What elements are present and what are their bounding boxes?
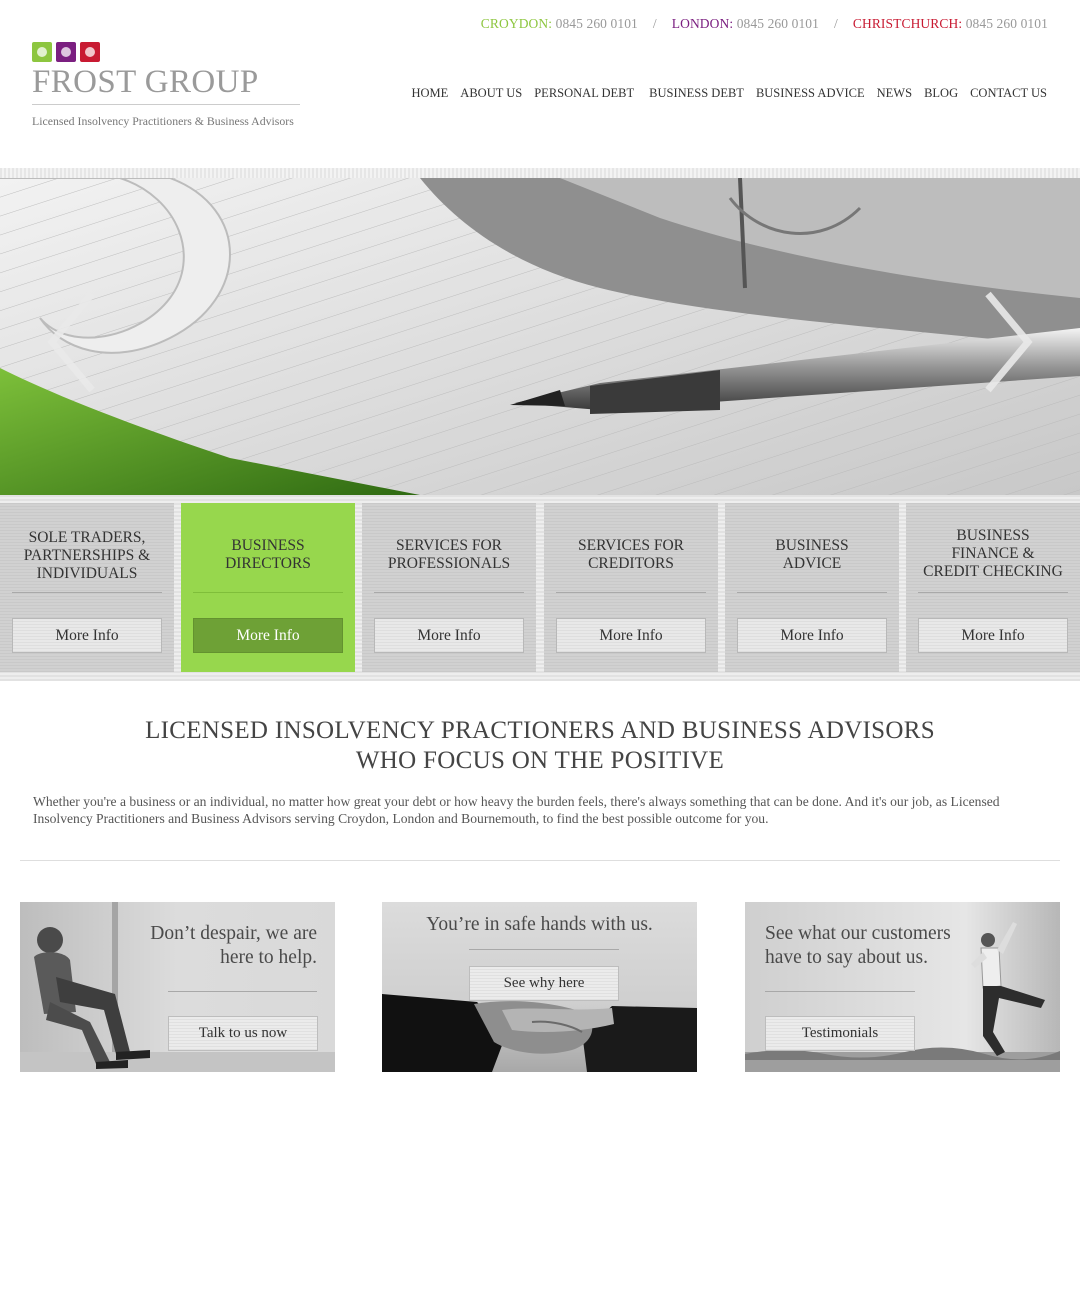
tile-services-professionals[interactable]: SERVICES FOR PROFESSIONALS More Info	[362, 503, 536, 672]
tile-title: SERVICES FOR PROFESSIONALS	[387, 537, 511, 572]
nav-business-advice[interactable]: BUSINESS ADVICE	[756, 86, 865, 101]
more-info-button[interactable]: More Info	[12, 618, 162, 653]
promo-divider	[469, 949, 619, 950]
tile-sole-traders[interactable]: SOLE TRADERS, PARTNERSHIPS & INDIVIDUALS…	[0, 503, 174, 672]
nav-blog[interactable]: BLOG	[924, 86, 958, 101]
promo-testimonials: See what our customers have to say about…	[745, 902, 1060, 1072]
chevron-left-icon[interactable]	[44, 290, 104, 394]
chevron-right-icon[interactable]	[976, 290, 1036, 394]
tile-divider	[12, 592, 162, 593]
tile-title: BUSINESS DIRECTORS	[225, 537, 311, 572]
tile-title: SERVICES FOR CREDITORS	[578, 537, 684, 572]
intro-paragraph: Whether you're a business or an individu…	[33, 794, 1000, 826]
talk-to-us-button[interactable]: Talk to us now	[168, 1016, 318, 1051]
contact-croydon: CROYDON: 0845 260 0101	[481, 16, 638, 32]
see-why-button[interactable]: See why here	[469, 966, 619, 1001]
tile-title: BUSINESS FINANCE & CREDIT CHECKING	[923, 527, 1063, 580]
flower-icon	[32, 42, 52, 62]
tile-business-directors[interactable]: BUSINESS DIRECTORS More Info	[181, 503, 355, 672]
city-label: LONDON:	[671, 16, 734, 31]
separator: /	[834, 16, 838, 31]
testimonials-button[interactable]: Testimonials	[765, 1016, 915, 1051]
nav-home[interactable]: HOME	[411, 86, 448, 101]
logo-icons	[32, 42, 302, 62]
promo-help: Don’t despair, we are here to help. Talk…	[20, 902, 335, 1072]
nav-business-debt[interactable]: BUSINESS DEBT	[649, 86, 744, 101]
tile-divider	[556, 592, 706, 593]
promo-divider	[168, 991, 317, 992]
logo-divider	[32, 104, 300, 105]
nav-about-us[interactable]: ABOUT US	[460, 86, 522, 101]
hero-slider	[0, 178, 1080, 495]
contact-london: LONDON: 0845 260 0101	[672, 16, 819, 32]
tile-divider	[737, 592, 887, 593]
promo-text: Don’t despair, we are here to help.	[150, 923, 317, 968]
more-info-button[interactable]: More Info	[374, 618, 524, 653]
hero-image	[0, 178, 1080, 495]
promo-text: You’re in safe hands with us.	[426, 914, 653, 935]
phone-number[interactable]: 0845 260 0101	[556, 16, 638, 31]
more-info-button[interactable]: More Info	[193, 618, 343, 653]
phone-number[interactable]: 0845 260 0101	[737, 16, 819, 31]
hero-top-border	[0, 168, 1080, 178]
bird-icon	[56, 42, 76, 62]
intro-heading-line-1: LICENSED INSOLVENCY PRACTIONERS AND BUSI…	[145, 717, 935, 744]
city-label: CHRISTCHURCH:	[852, 16, 963, 31]
nav-news[interactable]: NEWS	[877, 86, 912, 101]
site-logo[interactable]: FROST GROUP Licensed Insolvency Practiti…	[32, 42, 302, 129]
tile-title: BUSINESS ADVICE	[775, 537, 849, 572]
city-label: CROYDON:	[480, 16, 553, 31]
more-info-button[interactable]: More Info	[737, 618, 887, 653]
contact-bar: CROYDON: 0845 260 0101 / LONDON: 0845 260 …	[481, 16, 1048, 32]
tile-title: SOLE TRADERS, PARTNERSHIPS & INDIVIDUALS	[23, 529, 151, 582]
more-info-button[interactable]: More Info	[556, 618, 706, 653]
promo-safe-hands: You’re in safe hands with us. See why he…	[382, 902, 697, 1072]
promo-divider	[765, 991, 915, 992]
phone-number[interactable]: 0845 260 0101	[966, 16, 1048, 31]
main-nav: HOME ABOUT US PERSONAL DEBT BUSINESS DEB…	[411, 86, 1047, 101]
tile-divider	[193, 592, 343, 593]
tile-divider	[374, 592, 524, 593]
nav-contact-us[interactable]: CONTACT US	[970, 86, 1047, 101]
contact-christchurch: CHRISTCHURCH: 0845 260 0101	[853, 16, 1048, 32]
service-tiles: SOLE TRADERS, PARTNERSHIPS & INDIVIDUALS…	[0, 495, 1080, 681]
logo-tagline: Licensed Insolvency Practitioners & Busi…	[32, 114, 294, 128]
more-info-button[interactable]: More Info	[918, 618, 1068, 653]
tile-divider	[918, 592, 1068, 593]
logo-name: FROST GROUP	[32, 64, 259, 100]
separator: /	[652, 16, 657, 31]
section-divider	[20, 860, 1060, 861]
tile-business-finance[interactable]: BUSINESS FINANCE & CREDIT CHECKING More …	[906, 503, 1080, 672]
tile-services-creditors[interactable]: SERVICES FOR CREDITORS More Info	[544, 503, 718, 672]
tile-business-advice[interactable]: BUSINESS ADVICE More Info	[725, 503, 899, 672]
promo-text: See what our customers have to say about…	[765, 923, 951, 968]
dice-icon	[80, 42, 100, 62]
intro-heading-line-2: WHO FOCUS ON THE POSITIVE	[355, 747, 725, 774]
intro-heading: LICENSED INSOLVENCY PRACTIONERS AND BUSI…	[0, 716, 1080, 776]
nav-personal-debt[interactable]: PERSONAL DEBT	[534, 86, 634, 101]
